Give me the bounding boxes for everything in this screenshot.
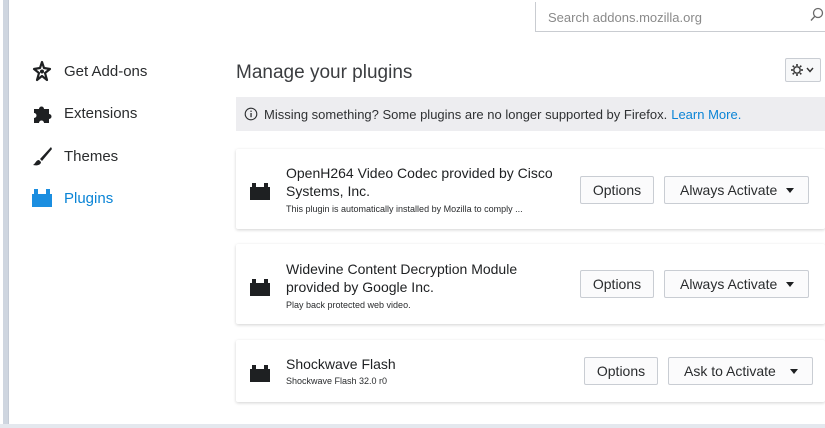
plugins-notice: Missing something? Some plugins are no l…: [236, 97, 825, 131]
caret-down-icon: [786, 282, 794, 287]
sidebar-item-extensions[interactable]: Extensions: [30, 98, 210, 128]
plugin-icon: [250, 279, 270, 296]
plugin-icon: [250, 365, 270, 382]
sidebar-item-label: Extensions: [64, 104, 138, 122]
plugin-description: This plugin is automatically installed b…: [286, 204, 523, 214]
sidebar-item-label: Get Add-ons: [64, 62, 148, 80]
caret-down-icon: [786, 188, 794, 193]
plugin-description: Play back protected web video.: [286, 300, 411, 310]
search-input[interactable]: [546, 5, 790, 29]
activation-value: Ask to Activate: [684, 363, 776, 379]
get-addons-icon: [30, 59, 54, 83]
activation-select[interactable]: Always Activate: [664, 176, 809, 204]
activation-select[interactable]: Ask to Activate: [668, 357, 813, 385]
plugin-icon: [250, 183, 270, 200]
tools-menu-button[interactable]: [785, 58, 821, 82]
activation-select[interactable]: Always Activate: [664, 270, 809, 298]
sidebar-item-plugins[interactable]: Plugins: [30, 183, 210, 213]
plugin-name: Shockwave Flash: [286, 356, 396, 372]
options-button[interactable]: Options: [580, 270, 654, 298]
options-button[interactable]: Options: [580, 176, 654, 204]
plugin-name: OpenH264 Video Codec provided by Cisco S…: [286, 165, 553, 199]
options-button[interactable]: Options: [584, 357, 658, 385]
sidebar-item-themes[interactable]: Themes: [30, 141, 210, 171]
plugin-description: Shockwave Flash 32.0 r0: [286, 376, 388, 386]
plugin-name: Widevine Content Decryption Module provi…: [286, 261, 518, 295]
brush-icon: [30, 144, 54, 168]
sidebar-item-label: Plugins: [64, 189, 114, 207]
plugin-card-shockwave: Shockwave Flash Shockwave Flash 32.0 r0 …: [236, 340, 825, 402]
caret-down-icon: [790, 369, 798, 374]
window-bottom-edge: [0, 424, 825, 428]
window-left-edge: [0, 0, 3, 428]
page-title: Manage your plugins: [236, 62, 413, 83]
sidebar-item-get-addons[interactable]: Get Add-ons: [30, 56, 210, 86]
learn-more-link[interactable]: Learn More.: [671, 107, 741, 122]
notice-text: Missing something? Some plugins are no l…: [264, 106, 668, 122]
puzzle-icon: [30, 101, 54, 125]
search-box[interactable]: [535, 2, 825, 32]
activation-value: Always Activate: [680, 276, 778, 292]
gear-icon: [791, 64, 814, 76]
plugin-card-openh264: OpenH264 Video Codec provided by Cisco S…: [236, 149, 825, 229]
activation-value: Always Activate: [680, 182, 778, 198]
plugin-icon: [30, 186, 54, 210]
info-icon: [244, 107, 258, 121]
plugin-card-widevine: Widevine Content Decryption Module provi…: [236, 244, 825, 324]
search-icon[interactable]: [808, 6, 825, 24]
sidebar-item-label: Themes: [64, 147, 119, 165]
